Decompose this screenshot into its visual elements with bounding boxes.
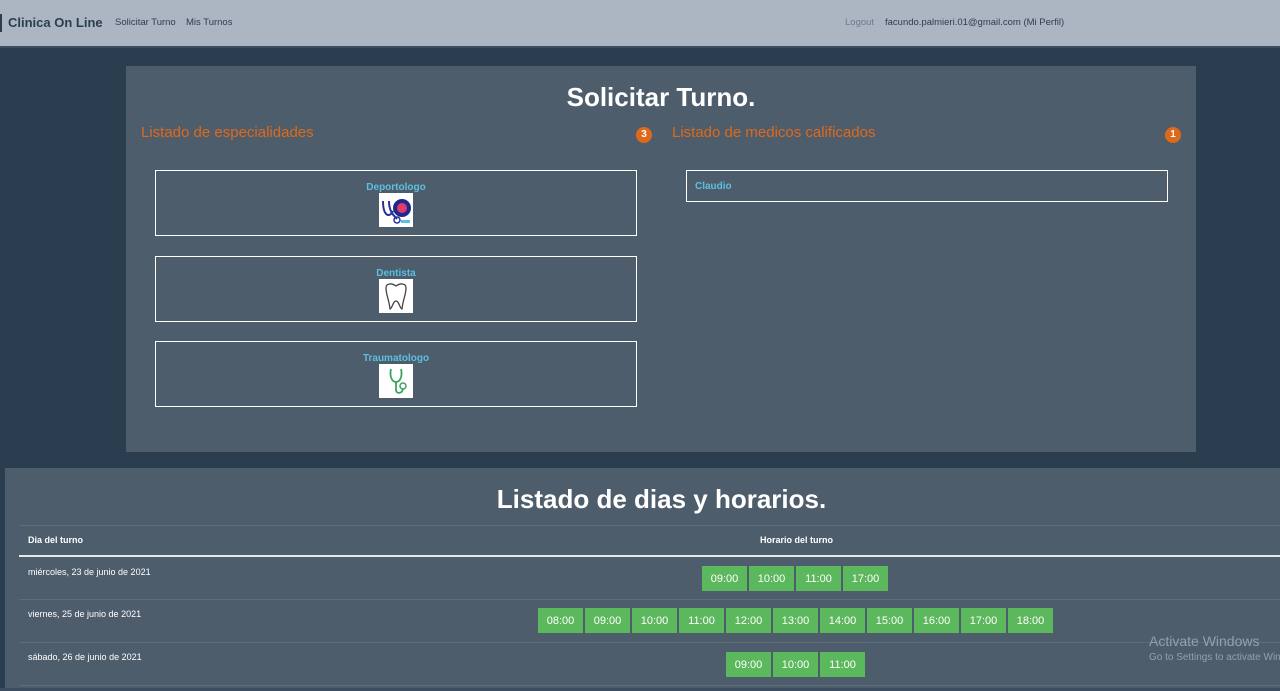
horarios-title: Listado de dias y horarios. [496,484,827,514]
time-slots-row: 09:00 10:00 11:00 17:00 [702,566,888,591]
time-slot-button[interactable]: 17:00 [843,566,888,591]
time-slot-button[interactable]: 10:00 [632,608,677,633]
doctor-name: Claudio [695,181,732,192]
windows-activation-hint: Go to Settings to activate Windows. [1149,652,1280,663]
column-header-time: Horario del turno [760,535,834,545]
especialidades-heading: Listado de especialidades [141,124,314,141]
time-slot-button[interactable]: 17:00 [961,608,1006,633]
table-header-border [19,555,1280,557]
time-slots-row: 08:00 09:00 10:00 11:00 12:00 13:00 14:0… [538,608,1053,633]
user-profile-link[interactable]: facundo.palmieri.01@gmail.com (Mi Perfil… [885,17,1064,28]
time-slot-button[interactable]: 11:00 [679,608,724,633]
logout-link[interactable]: Logout [845,17,874,28]
specialty-card-dentista[interactable]: Dentista [155,256,637,322]
time-slot-button[interactable]: 09:00 [585,608,630,633]
time-slot-button[interactable]: 16:00 [914,608,959,633]
medicos-count-badge: 1 [1165,127,1181,143]
time-slot-button[interactable]: 12:00 [726,608,771,633]
nav-link-mis-turnos[interactable]: Mis Turnos [186,17,232,28]
navbar: Clinica On Line Solicitar Turno Mis Turn… [0,0,1280,48]
tooth-icon [379,279,413,313]
time-slot-button[interactable]: 10:00 [773,652,818,677]
column-header-day: Dia del turno [28,535,84,545]
row-divider [19,642,1280,643]
sports-medicine-icon [379,193,413,227]
windows-activation-watermark: Activate Windows [1149,633,1260,649]
brand-logo[interactable]: Clinica On Line [8,15,103,30]
time-slot-button[interactable]: 15:00 [867,608,912,633]
time-slot-button[interactable]: 09:00 [726,652,771,677]
time-slot-button[interactable]: 18:00 [1008,608,1053,633]
page-title: Solicitar Turno. [566,82,756,112]
row-divider [19,599,1280,600]
navbar-edge [0,14,2,32]
time-slot-button[interactable]: 10:00 [749,566,794,591]
specialty-name: Deportologo [366,182,426,193]
doctor-card-claudio[interactable]: Claudio [686,170,1168,202]
time-slot-button[interactable]: 13:00 [773,608,818,633]
time-slot-button[interactable]: 11:00 [796,566,841,591]
row-divider [19,685,1280,686]
day-label: viernes, 25 de junio de 2021 [28,609,142,619]
day-label: miércoles, 23 de junio de 2021 [28,567,151,577]
especialidades-count-badge: 3 [636,127,652,143]
specialty-name: Dentista [376,268,416,279]
time-slot-button[interactable]: 09:00 [702,566,747,591]
specialty-name: Traumatologo [362,353,430,364]
time-slot-button[interactable]: 14:00 [820,608,865,633]
specialty-card-traumatologo[interactable]: Traumatologo [155,341,637,407]
stethoscope-icon [379,364,413,398]
specialty-card-deportologo[interactable]: Deportologo [155,170,637,236]
medicos-heading: Listado de medicos calificados [672,124,876,141]
time-slot-button[interactable]: 11:00 [820,652,865,677]
time-slot-button[interactable]: 08:00 [538,608,583,633]
time-slots-row: 09:00 10:00 11:00 [726,652,865,677]
table-top-border [19,525,1280,526]
day-label: sábado, 26 de junio de 2021 [28,652,142,662]
nav-link-solicitar-turno[interactable]: Solicitar Turno [115,17,176,28]
